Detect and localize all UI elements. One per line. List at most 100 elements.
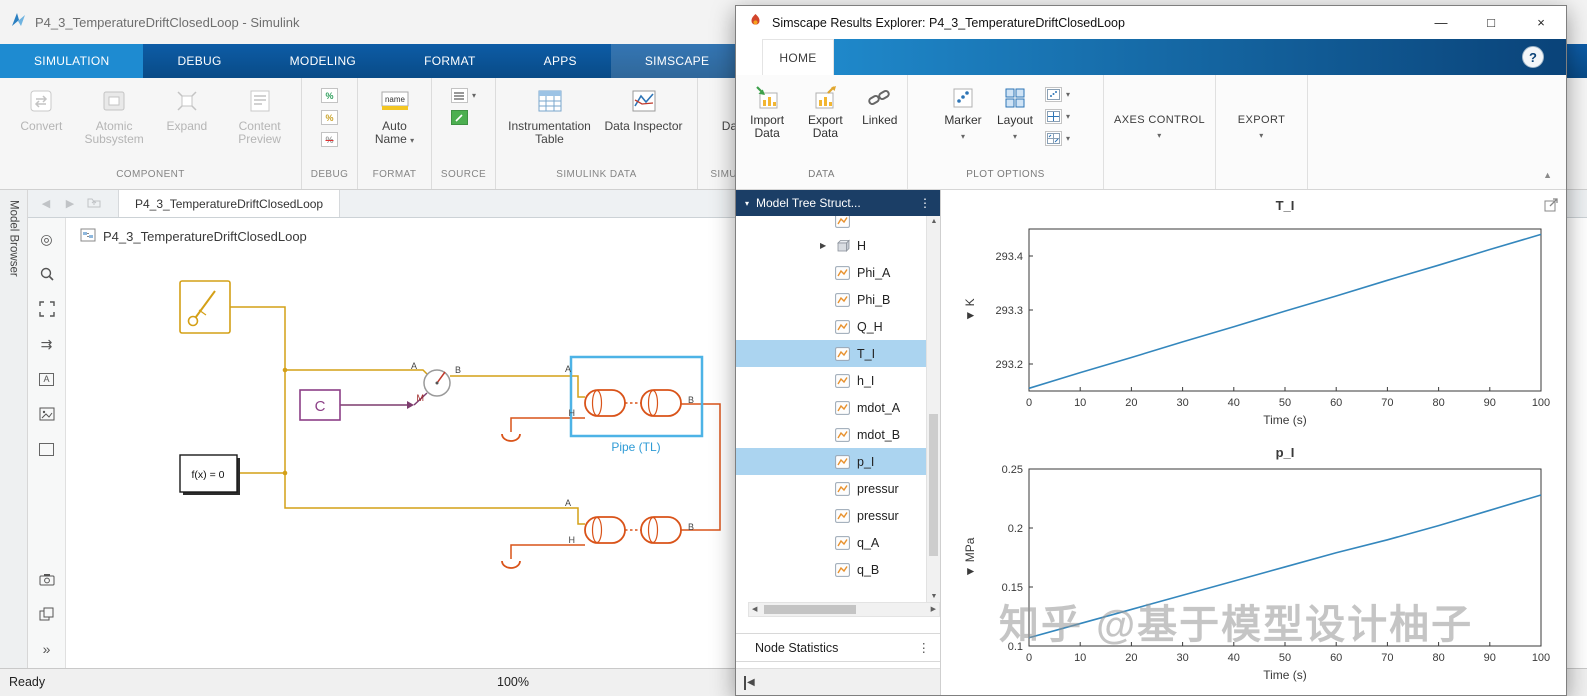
close-button[interactable]: × <box>1516 6 1566 39</box>
collapse-to-start-icon[interactable]: ◀ <box>744 676 755 690</box>
axes-control-button[interactable]: AXES CONTROL ▾ <box>1114 88 1205 166</box>
help-button[interactable]: ? <box>1522 46 1544 68</box>
tree-item-label: H <box>857 238 867 253</box>
scroll-up-icon[interactable]: ▲ <box>927 218 941 225</box>
auto-name-icon: name <box>380 86 410 116</box>
tab-debug[interactable]: DEBUG <box>143 44 255 78</box>
export-button[interactable]: EXPORT ▾ <box>1238 88 1285 166</box>
model-browser-strip[interactable]: Model Browser <box>0 190 28 668</box>
scroll-down-icon[interactable]: ▼ <box>927 593 941 600</box>
expand-button[interactable]: Expand <box>154 86 221 133</box>
data-inspector-button[interactable]: Data Inspector <box>600 86 688 133</box>
panel-collapse-icon[interactable]: ▾ <box>745 199 749 208</box>
undock-axes-icon[interactable] <box>1544 196 1560 212</box>
sample-time-off-icon[interactable]: % <box>321 132 338 147</box>
pipe-block-selected[interactable] <box>584 389 682 417</box>
atomic-subsystem-icon <box>99 86 129 116</box>
atomic-subsystem-button[interactable]: Atomic Subsystem <box>81 86 148 146</box>
tree-item-H[interactable]: ▶ H <box>736 232 926 259</box>
vertical-scroll-thumb[interactable] <box>929 414 938 556</box>
explore-icon[interactable]: ◎ <box>38 230 56 248</box>
tree-item-mdot_A[interactable]: mdot_A <box>736 394 926 421</box>
import-data-button[interactable]: Import Data <box>742 85 792 140</box>
sample-time-colors-icon[interactable]: % <box>321 88 338 103</box>
subplot-style-button[interactable]: ▾ <box>1044 131 1070 146</box>
breadcrumb-tab[interactable]: P4_3_TemperatureDriftClosedLoop <box>118 190 341 217</box>
tab-format[interactable]: FORMAT <box>390 44 510 78</box>
pressure-chart[interactable]: 0 10 20 30 40 50 60 70 80 90 1000.10.150.20.25p_IT… <box>941 440 1568 692</box>
plots-scroll-up-icon[interactable]: ▲ <box>1543 170 1552 180</box>
gauge-port-b: B <box>455 365 461 375</box>
tab-simscape[interactable]: SIMSCAPE <box>610 44 744 78</box>
zoom-icon[interactable] <box>38 265 56 283</box>
results-explorer-window: Simscape Results Explorer: P4_3_Temperat… <box>735 5 1567 696</box>
tree-item-q_A[interactable]: q_A <box>736 529 926 556</box>
tab-modeling[interactable]: MODELING <box>256 44 390 78</box>
svg-text:50: 50 <box>1279 652 1291 664</box>
viewmarks-icon[interactable] <box>38 605 56 623</box>
temperature-chart[interactable]: 0 10 20 30 40 50 60 70 80 90 100 293.2 293.3 293.4 T_I… <box>941 190 1568 440</box>
plot-style-button[interactable]: ▾ <box>1044 87 1070 102</box>
source-edit-button[interactable] <box>450 110 468 125</box>
image-icon[interactable] <box>38 405 56 423</box>
tree-item-p_I[interactable]: p_I <box>736 448 926 475</box>
tree-item-Phi_A[interactable]: Phi_A <box>736 259 926 286</box>
tree-item-mdot_B[interactable]: mdot_B <box>736 421 926 448</box>
tab-simulation[interactable]: SIMULATION <box>0 44 144 78</box>
tree-item-Phi_B[interactable]: Phi_B <box>736 286 926 313</box>
pipe-block-2[interactable] <box>584 516 682 544</box>
model-tree-panel: ▾ Model Tree Struct... ⋮ ▶ H Phi_A Phi_B Q_H… <box>736 190 941 695</box>
content-preview-button[interactable]: Content Preview <box>226 86 293 146</box>
layout-button[interactable]: Layout ▾ <box>993 85 1037 143</box>
explorer-titlebar[interactable]: Simscape Results Explorer: P4_3_Temperat… <box>736 6 1566 39</box>
sample-time-legend-icon[interactable]: % <box>321 110 338 125</box>
back-icon[interactable]: ◀ <box>38 197 54 210</box>
svg-text:50: 50 <box>1279 397 1291 409</box>
cursor-style-button[interactable]: ▾ <box>1044 109 1070 124</box>
auto-name-button[interactable]: name Auto Name ▾ <box>366 86 423 147</box>
gauge-port-m: M <box>417 393 425 403</box>
instrumentation-table-button[interactable]: Instrumentation Table <box>506 86 594 146</box>
horizontal-scroll-thumb[interactable] <box>764 605 856 614</box>
tree-item-T_I[interactable]: T_I <box>736 340 926 367</box>
scroll-left-icon[interactable]: ◀ <box>752 605 757 613</box>
tree-item-Q_H[interactable]: Q_H <box>736 313 926 340</box>
temperature-source-block[interactable] <box>179 280 231 334</box>
tree-item-pressur[interactable]: pressur <box>736 475 926 502</box>
expander-icon[interactable]: ▶ <box>820 241 835 250</box>
svg-text:100: 100 <box>1532 397 1550 409</box>
export-data-button[interactable]: Export Data <box>800 85 850 140</box>
maximize-button[interactable]: □ <box>1466 6 1516 39</box>
up-to-parent-icon[interactable] <box>86 196 102 211</box>
debug-group: % % % DEBUG <box>302 78 358 189</box>
scroll-right-icon[interactable]: ▶ <box>931 605 936 613</box>
annotation-icon[interactable]: A <box>38 370 56 388</box>
camera-icon[interactable] <box>38 570 56 588</box>
tree-item-label: T_I <box>857 346 876 361</box>
tree-item-pressur[interactable]: pressur <box>736 502 926 529</box>
tree-horizontal-scrollbar[interactable]: ◀ ▶ <box>748 602 940 617</box>
area-icon[interactable] <box>38 440 56 458</box>
fit-to-view-icon[interactable] <box>38 300 56 318</box>
signal-routing-icon[interactable]: ⇉ <box>38 335 56 353</box>
tree-panel-menu-icon[interactable]: ⋮ <box>919 196 931 210</box>
tab-home[interactable]: HOME <box>762 39 834 75</box>
simscape-logo-icon <box>748 13 763 33</box>
forward-icon[interactable]: ▶ <box>62 197 78 210</box>
convert-button[interactable]: Convert <box>8 86 75 133</box>
node-statistics-bar[interactable]: Node Statistics ⋮ <box>736 633 940 662</box>
tree-item-q_B[interactable]: q_B <box>736 556 926 583</box>
collapse-strip-icon[interactable]: » <box>38 640 56 658</box>
tab-apps[interactable]: APPS <box>510 44 611 78</box>
source-list-button[interactable]: ▾ <box>450 88 476 103</box>
linked-button[interactable]: Linked <box>859 85 902 127</box>
tree-panel-header[interactable]: ▾ Model Tree Struct... ⋮ <box>736 190 940 216</box>
marker-button[interactable]: Marker ▾ <box>941 85 985 143</box>
tree-vertical-scrollbar[interactable]: ▲ ▼ <box>926 216 940 602</box>
tree-item-h_I[interactable]: h_I <box>736 367 926 394</box>
node-statistics-menu-icon[interactable]: ⋮ <box>918 640 931 655</box>
signal-plot-icon <box>835 427 850 442</box>
pipe1-port-h: H <box>569 408 576 418</box>
signal-plot-icon <box>835 454 850 469</box>
minimize-button[interactable]: — <box>1416 6 1466 39</box>
